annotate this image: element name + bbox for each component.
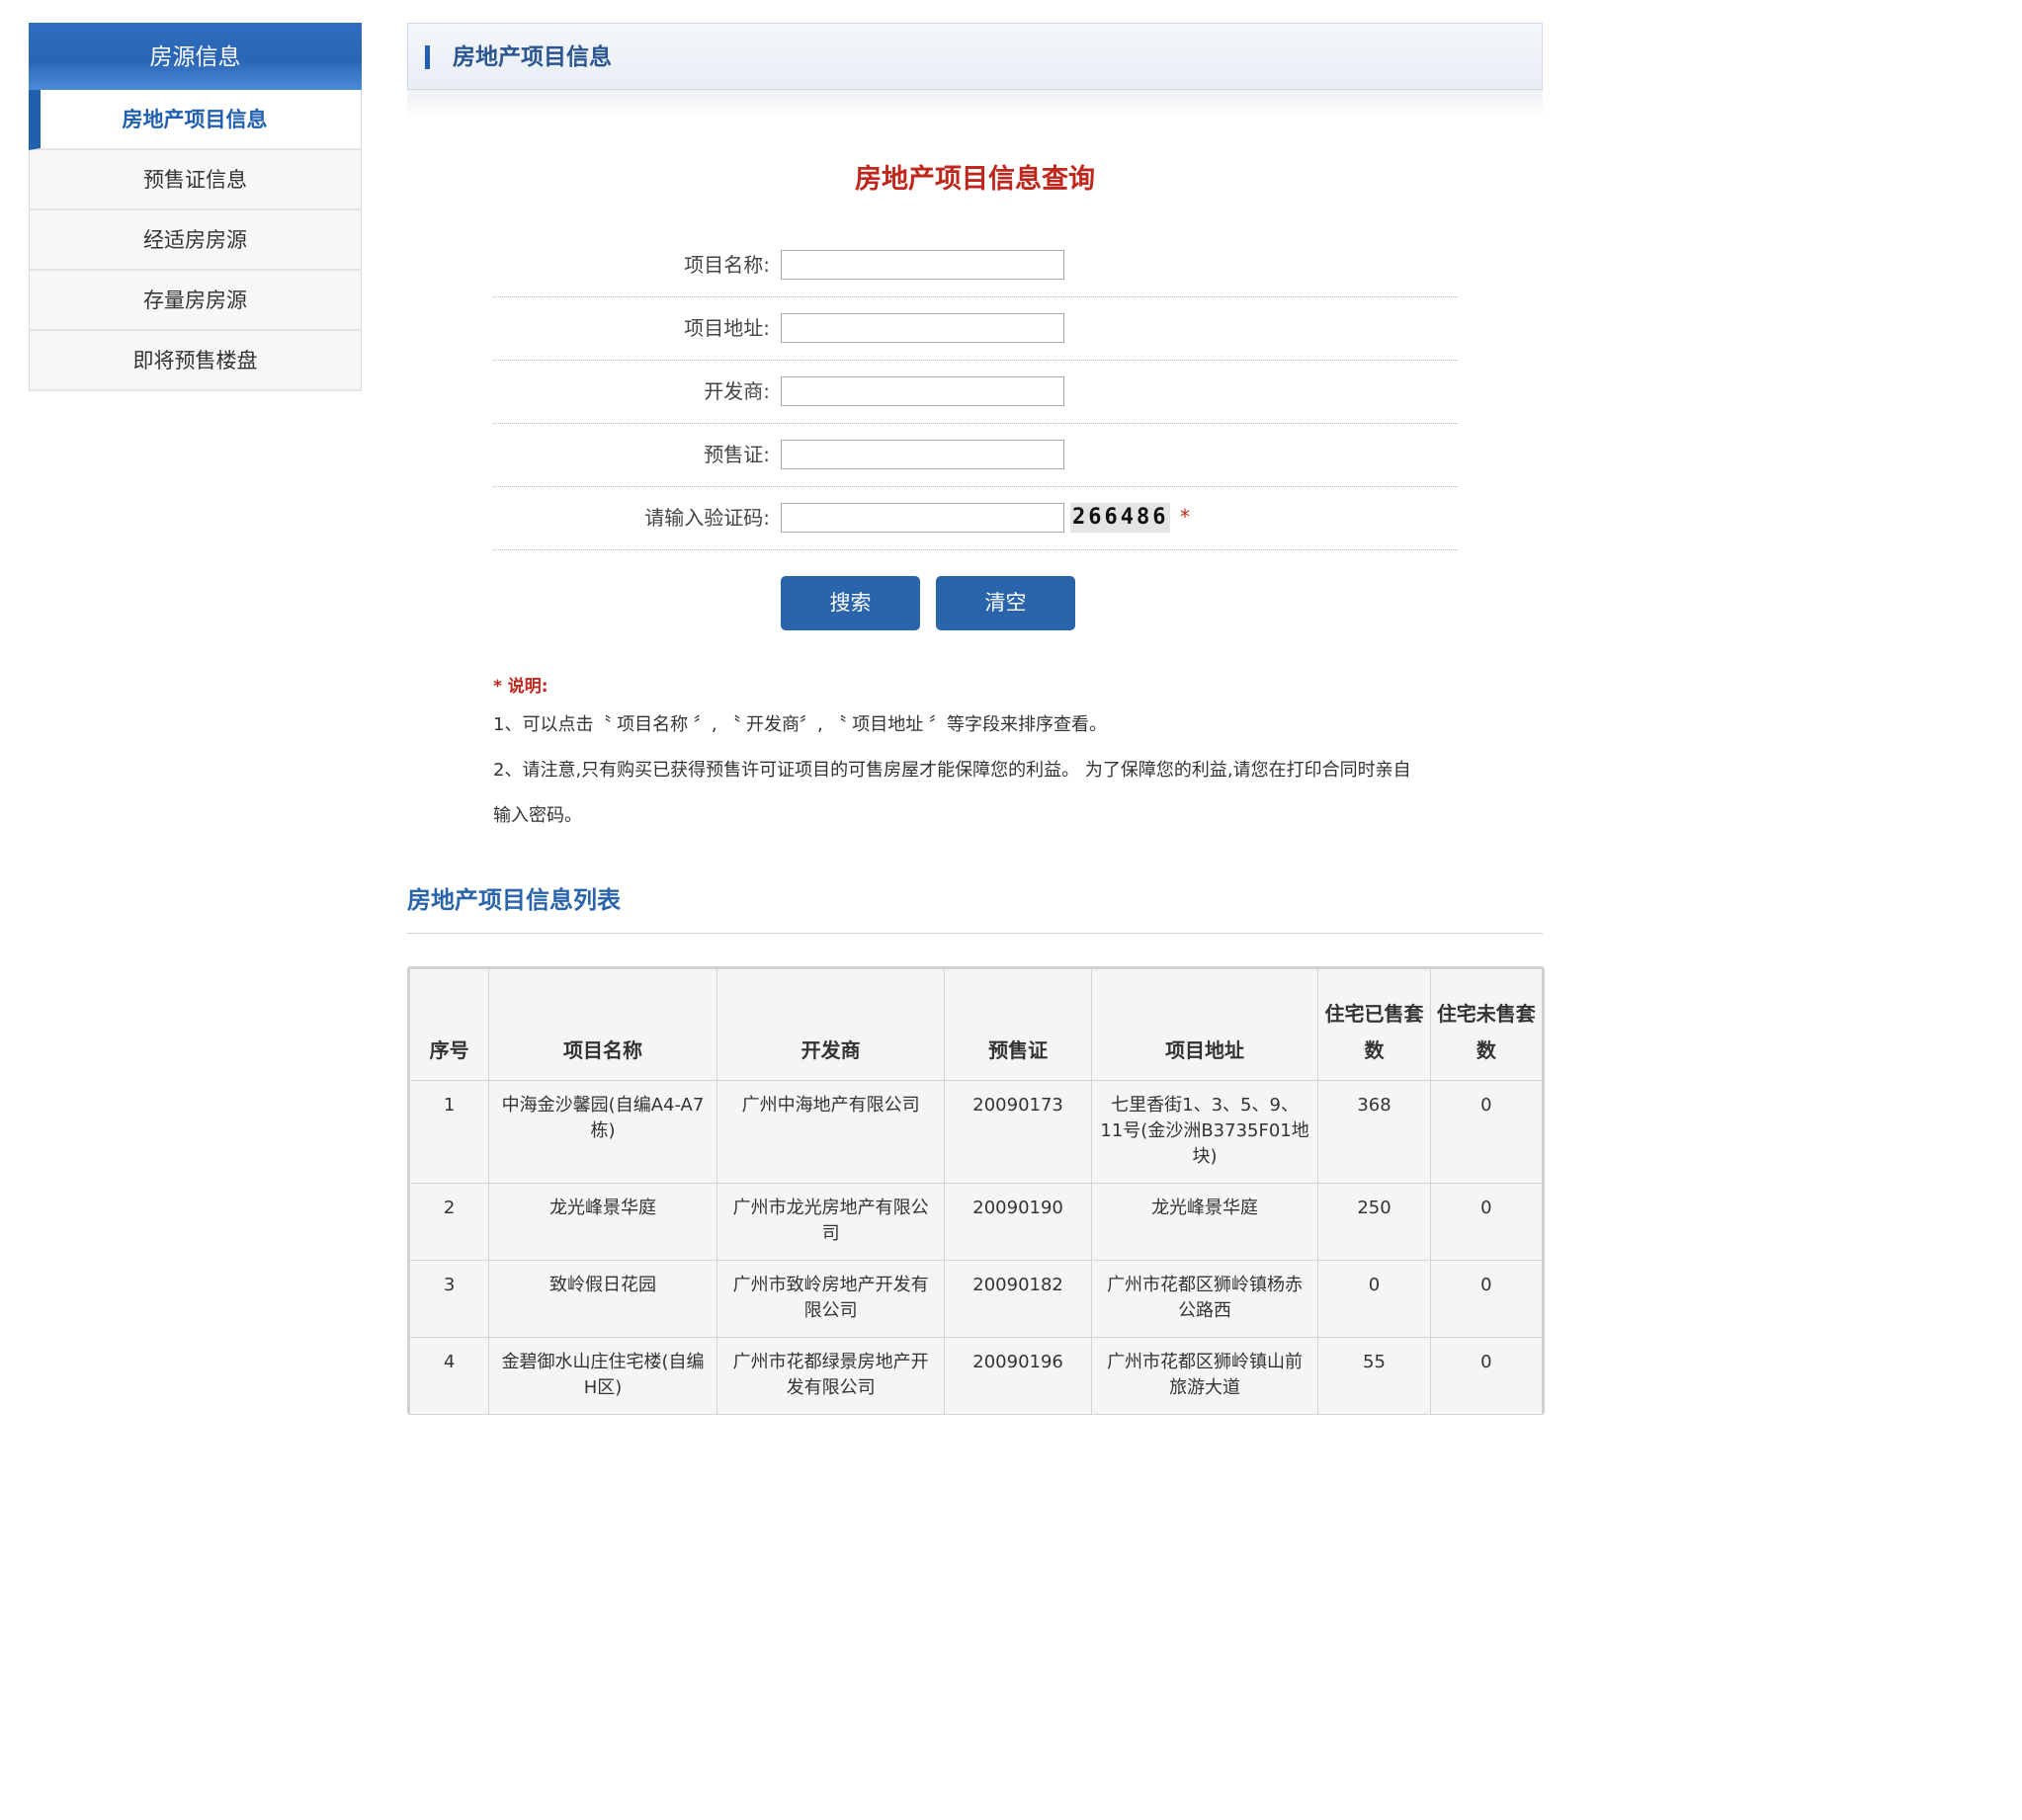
cell-developer: 广州中海地产有限公司 (716, 1080, 946, 1184)
project-address-input[interactable] (781, 313, 1064, 343)
cell-sold: 0 (1317, 1260, 1431, 1338)
table-row: 4 金碧御水山庄住宅楼(自编H区) 广州市花都绿景房地产开发有限公司 20090… (408, 1337, 1544, 1415)
cell-no: 4 (408, 1337, 490, 1415)
project-name-label: 项目名称: (684, 253, 770, 277)
table-row: 3 致岭假日花园 广州市致岭房地产开发有限公司 20090182 广州市花都区狮… (408, 1260, 1544, 1338)
cell-project-name[interactable]: 龙光峰景华庭 (488, 1183, 717, 1261)
header-accent-bar (425, 45, 430, 69)
cell-unsold: 0 (1429, 1260, 1544, 1338)
panel-header: 房地产项目信息 (407, 23, 1543, 90)
table-row: 2 龙光峰景华庭 广州市龙光房地产有限公司 20090190 龙光峰景华庭 25… (408, 1183, 1544, 1261)
sidebar-item-affordable-housing[interactable]: 经适房房源 (29, 210, 362, 271)
search-button[interactable]: 搜索 (781, 576, 920, 630)
form-row-project-name: 项目名称: (493, 234, 1458, 297)
header-shadow (407, 90, 1543, 120)
notes-section: * 说明: 1、可以点击〝 项目名称 〞, 〝 开发商〞, 〝 项目地址 〞等字… (493, 671, 1481, 839)
query-title: 房地产项目信息查询 (855, 164, 1095, 195)
main-panel: 房地产项目信息 房地产项目信息查询 项目名称: 项目地址: 开发商: 预售证: … (407, 23, 1545, 1415)
sidebar-header: 房源信息 (29, 23, 362, 90)
cell-unsold: 0 (1429, 1080, 1544, 1184)
cell-presale: 20090182 (944, 1260, 1092, 1338)
cell-sold: 55 (1317, 1337, 1431, 1415)
cell-project-name[interactable]: 致岭假日花园 (488, 1260, 717, 1338)
col-header-presale: 预售证 (944, 968, 1092, 1081)
cell-address: 龙光峰景华庭 (1090, 1183, 1319, 1261)
cell-developer: 广州市龙光房地产有限公司 (716, 1183, 946, 1261)
panel-title: 房地产项目信息 (453, 44, 612, 70)
cell-sold: 250 (1317, 1183, 1431, 1261)
project-table: 序号 项目名称 开发商 预售证 项目地址 住宅已售套数 住宅未售套数 1 中海金… (407, 966, 1545, 1415)
note-line-3: 输入密码。 (493, 805, 582, 826)
sidebar-item-presale-info[interactable]: 预售证信息 (29, 150, 362, 210)
presale-label: 预售证: (704, 443, 770, 466)
developer-input[interactable] (781, 376, 1064, 406)
clear-button[interactable]: 清空 (936, 576, 1075, 630)
cell-no: 3 (408, 1260, 490, 1338)
list-title: 房地产项目信息列表 (407, 886, 621, 914)
notes-title: * 说明: (493, 677, 548, 697)
col-header-developer[interactable]: 开发商 (716, 968, 946, 1081)
table-row: 1 中海金沙馨园(自编A4-A7栋) 广州中海地产有限公司 20090173 七… (408, 1080, 1544, 1184)
list-divider (407, 933, 1543, 934)
note-line-2: 2、请注意,只有购买已获得预售许可证项目的可售房屋才能保障您的利益。 为了保障您… (493, 760, 1411, 781)
sidebar-item-existing-housing[interactable]: 存量房房源 (29, 271, 362, 331)
cell-presale: 20090190 (944, 1183, 1092, 1261)
project-address-label: 项目地址: (684, 316, 770, 340)
note-line-1: 1、可以点击〝 项目名称 〞, 〝 开发商〞, 〝 项目地址 〞等字段来排序查看… (493, 714, 1107, 735)
form-buttons: 搜索 清空 (781, 576, 1091, 630)
col-header-address[interactable]: 项目地址 (1090, 968, 1319, 1081)
sidebar-item-project-info[interactable]: 房地产项目信息 (29, 90, 362, 150)
form-row-presale: 预售证: (493, 424, 1458, 487)
project-name-input[interactable] (781, 250, 1064, 280)
col-header-no: 序号 (408, 968, 490, 1081)
cell-no: 2 (408, 1183, 490, 1261)
presale-input[interactable] (781, 440, 1064, 469)
cell-address: 广州市花都区狮岭镇杨赤公路西 (1090, 1260, 1319, 1338)
col-header-unsold: 住宅未售套数 (1429, 968, 1544, 1081)
cell-project-name[interactable]: 金碧御水山庄住宅楼(自编H区) (488, 1337, 717, 1415)
cell-no: 1 (408, 1080, 490, 1184)
sidebar: 房源信息 房地产项目信息 预售证信息 经适房房源 存量房房源 即将预售楼盘 (29, 23, 362, 391)
form-row-captcha: 请输入验证码: 266486 * (493, 487, 1458, 550)
cell-unsold: 0 (1429, 1337, 1544, 1415)
form-row-project-address: 项目地址: (493, 297, 1458, 361)
cell-address: 广州市花都区狮岭镇山前旅游大道 (1090, 1337, 1319, 1415)
required-mark: * (1180, 505, 1190, 529)
table-header-row: 序号 项目名称 开发商 预售证 项目地址 住宅已售套数 住宅未售套数 (408, 968, 1544, 1081)
cell-unsold: 0 (1429, 1183, 1544, 1261)
captcha-image[interactable]: 266486 (1070, 503, 1171, 533)
cell-sold: 368 (1317, 1080, 1431, 1184)
cell-developer: 广州市致岭房地产开发有限公司 (716, 1260, 946, 1338)
developer-label: 开发商: (704, 379, 770, 403)
captcha-label: 请输入验证码: (644, 506, 770, 530)
cell-developer: 广州市花都绿景房地产开发有限公司 (716, 1337, 946, 1415)
col-header-sold: 住宅已售套数 (1317, 968, 1431, 1081)
search-form: 项目名称: 项目地址: 开发商: 预售证: 请输入验证码: 266486 * (493, 234, 1458, 550)
form-row-developer: 开发商: (493, 361, 1458, 424)
captcha-input[interactable] (781, 503, 1064, 533)
col-header-project-name[interactable]: 项目名称 (488, 968, 717, 1081)
cell-address: 七里香街1、3、5、9、11号(金沙洲B3735F01地块) (1090, 1080, 1319, 1184)
cell-presale: 20090196 (944, 1337, 1092, 1415)
cell-presale: 20090173 (944, 1080, 1092, 1184)
cell-project-name[interactable]: 中海金沙馨园(自编A4-A7栋) (488, 1080, 717, 1184)
sidebar-item-upcoming-presale[interactable]: 即将预售楼盘 (29, 331, 362, 391)
